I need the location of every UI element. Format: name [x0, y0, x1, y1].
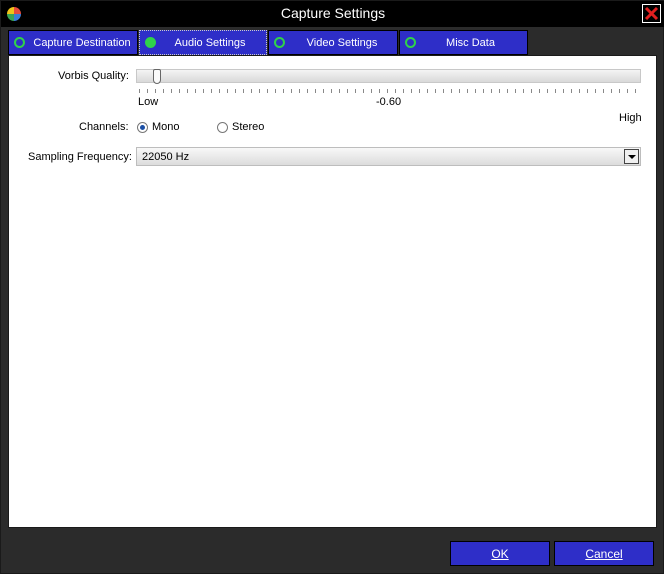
tab-capture-destination[interactable]: Capture Destination: [8, 30, 138, 55]
slider-high-label: High: [619, 112, 642, 124]
cancel-button[interactable]: Cancel: [554, 541, 654, 566]
tab-audio-settings[interactable]: Audio Settings: [139, 30, 267, 55]
vorbis-quality-label: Vorbis Quality:: [58, 70, 129, 82]
audio-settings-panel: Vorbis Quality: Low -0.60 High Channels:…: [8, 55, 657, 528]
tab-label: Misc Data: [446, 37, 495, 49]
sampling-frequency-label: Sampling Frequency:: [28, 151, 132, 163]
tab-label: Video Settings: [306, 37, 378, 49]
slider-thumb[interactable]: [153, 69, 161, 84]
tab-video-settings[interactable]: Video Settings: [268, 30, 398, 55]
vorbis-quality-slider[interactable]: [136, 69, 641, 83]
ok-button[interactable]: OK: [450, 541, 550, 566]
title-bar[interactable]: Capture Settings: [1, 1, 664, 27]
tab-strip: Capture Destination Audio Settings Video…: [8, 30, 658, 55]
sampling-frequency-select[interactable]: 22050 Hz: [136, 147, 641, 166]
tab-label: Capture Destination: [33, 37, 131, 49]
channels-label: Channels:: [79, 121, 129, 133]
slider-value-label: -0.60: [376, 96, 402, 108]
chevron-down-icon[interactable]: [624, 149, 639, 164]
mono-radio[interactable]: [137, 122, 148, 133]
window-title: Capture Settings: [280, 5, 386, 21]
slider-low-label: Low: [138, 96, 159, 108]
mono-label[interactable]: Mono: [152, 121, 180, 133]
stereo-radio[interactable]: [217, 122, 228, 133]
tab-misc-data[interactable]: Misc Data: [399, 30, 528, 55]
capture-settings-window: Capture Settings Capture Destination Aud…: [0, 0, 664, 574]
slider-ticks: [139, 89, 641, 93]
stereo-label[interactable]: Stereo: [232, 121, 264, 133]
close-icon: [644, 6, 659, 21]
tab-label: Audio Settings: [174, 37, 246, 49]
close-button[interactable]: [642, 4, 661, 23]
sampling-frequency-value: 22050 Hz: [142, 151, 190, 163]
